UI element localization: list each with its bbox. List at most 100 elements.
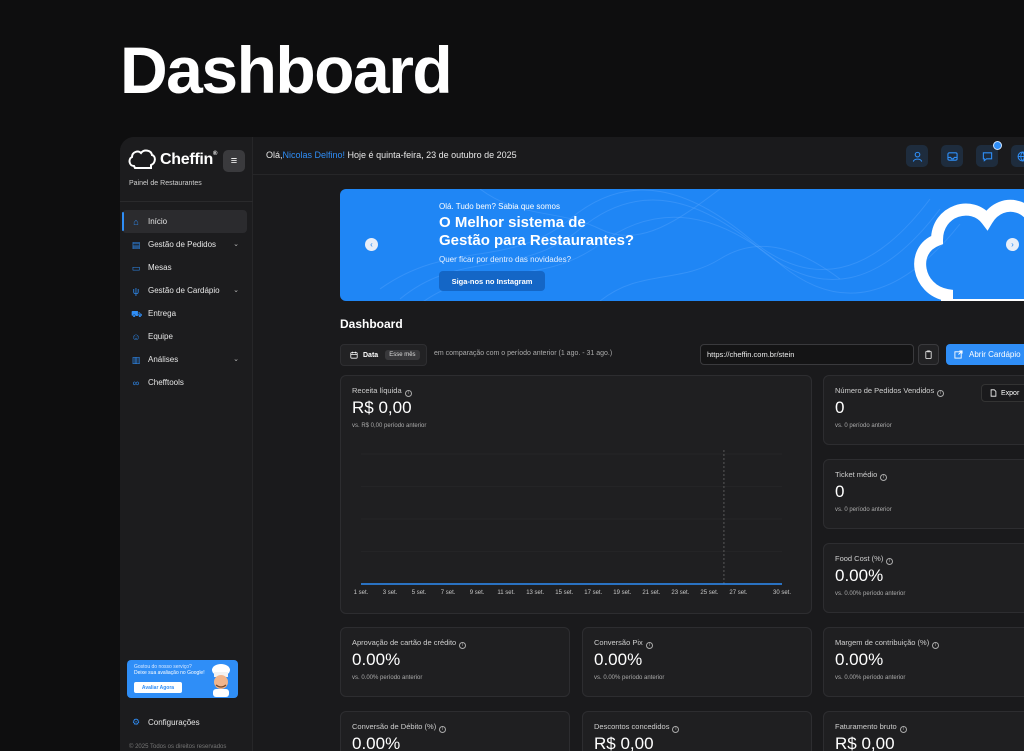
sidebar-item-label: Gestão de Cardápio <box>148 286 220 295</box>
info-icon[interactable]: i <box>937 390 945 397</box>
date-filter-label: Data <box>363 351 379 359</box>
banner-next-button[interactable]: › <box>1006 238 1019 251</box>
orders-card: Número de Pedidos Vendidos i 0 vs. 0 perí… <box>823 375 1024 445</box>
chevron-down-icon: ⌄ <box>233 287 239 294</box>
sidebar-item-label: Análises <box>148 355 179 364</box>
settings-link[interactable]: ⚙ Configurações <box>131 717 200 727</box>
x-tick-label: 21 set. <box>642 590 661 596</box>
sidebar-item-mesas[interactable]: ▭ Mesas <box>122 256 247 279</box>
banner-question: Quer ficar por dentro das novidades? <box>439 255 572 264</box>
sidebar-item-inicio[interactable]: ⌂ Início <box>122 210 247 233</box>
discounts-card: Descontos concedidos i R$ 0,00 <box>582 711 812 751</box>
credit-approval-comparison: vs. 0.00% período anterior <box>352 675 423 681</box>
instagram-follow-button[interactable]: Siga-nos no Instagram <box>439 271 545 291</box>
margin-value: 0.00% <box>835 650 884 669</box>
info-icon[interactable]: i <box>645 642 653 649</box>
sidebar-item-label: Equipe <box>148 332 173 341</box>
info-icon[interactable]: i <box>439 726 447 733</box>
x-tick-label: 5 set. <box>411 590 427 596</box>
table-icon: ▭ <box>131 262 141 273</box>
orders-value: 0 <box>835 398 845 417</box>
sidebar-item-analises[interactable]: ▥ Análises ⌄ <box>122 348 247 371</box>
file-icon <box>990 389 997 397</box>
chat-button[interactable] <box>976 141 1002 167</box>
info-icon[interactable]: i <box>880 474 888 481</box>
banner-headline: O Melhor sistema de Gestão para Restaura… <box>439 214 699 250</box>
x-tick-label: 30 set. <box>772 590 792 596</box>
food-cost-card: Food Cost (%) i 0.00% vs. 0.00% período a… <box>823 543 1024 613</box>
team-icon: ☺ <box>131 331 141 342</box>
x-tick-label: 1 set. <box>353 590 369 596</box>
banner-prev-button[interactable]: ‹ <box>365 238 378 251</box>
sidebar-nav: ⌂ Início ▤ Gestão de Pedidos ⌄ ▭ Mesas ψ… <box>122 210 247 394</box>
top-actions <box>906 141 1024 167</box>
x-tick-label: 27 set. <box>729 590 748 596</box>
info-icon[interactable]: i <box>899 726 907 733</box>
food-cost-label: Food Cost (%) i <box>835 554 894 565</box>
margin-label: Margem de contribuição (%) i <box>835 638 940 649</box>
sidebar-divider <box>120 201 253 202</box>
info-icon[interactable]: i <box>932 642 940 649</box>
info-icon[interactable]: i <box>886 558 894 565</box>
banner-headline-line-2: Gestão para Restaurantes? <box>439 232 635 249</box>
sidebar-item-gestao-cardapio[interactable]: ψ Gestão de Cardápio ⌄ <box>122 279 247 302</box>
discounts-label: Descontos concedidos i <box>594 722 680 733</box>
ticket-comparison: vs. 0 período anterior <box>835 507 892 513</box>
x-tick-label: 23 set. <box>671 590 690 596</box>
x-tick-label: 13 set. <box>526 590 545 596</box>
sidebar-item-label: Entrega <box>148 309 177 318</box>
x-tick-label: 25 set. <box>700 590 719 596</box>
user-name: Nicolas Delfino! <box>282 150 346 160</box>
sidebar-item-label: Gestão de Pedidos <box>148 240 217 249</box>
x-tick-label: 9 set. <box>469 590 485 596</box>
review-button[interactable]: Avaliar Agora <box>134 682 182 693</box>
notification-badge <box>993 141 1002 150</box>
promo-banner[interactable]: ‹ Olá. Tudo bem? Sabia que somos O Melho… <box>340 189 1024 301</box>
logo[interactable]: Cheffin® <box>128 149 217 171</box>
sidebar: Cheffin® ≡ Painel de Restaurantes ⌂ Iníc… <box>120 137 253 751</box>
external-link-icon <box>954 350 963 359</box>
orders-comparison: vs. 0 período anterior <box>835 423 892 429</box>
sidebar-item-label: Chefftools <box>148 378 184 387</box>
chevron-down-icon: ⌄ <box>233 241 239 248</box>
gross-revenue-card: Faturamento bruto i R$ 0,00 <box>823 711 1024 751</box>
export-button[interactable]: Expor <box>981 384 1024 402</box>
ticket-value: 0 <box>835 482 845 501</box>
top-bar: Olá,Nicolas Delfino! Hoje é quinta-feira… <box>253 137 1024 175</box>
open-menu-button[interactable]: Abrir Cardápio <box>946 344 1024 365</box>
pix-conversion-value: 0.00% <box>594 650 643 669</box>
ticket-label: Ticket médio i <box>835 470 888 481</box>
x-tick-label: 11 set. <box>497 590 515 596</box>
pix-conversion-label: Conversão Pix i <box>594 638 653 649</box>
banner-kicker: Olá. Tudo bem? Sabia que somos <box>439 202 560 211</box>
x-tick-label: 19 set. <box>613 590 632 596</box>
credit-approval-card: Aprovação de cartão de crédito i 0.00% vs… <box>340 627 570 697</box>
sidebar-item-equipe[interactable]: ☺ Equipe <box>122 325 247 348</box>
settings-label: Configurações <box>148 717 200 727</box>
orders-icon: ▤ <box>131 239 141 250</box>
margin-comparison: vs. 0.00% período anterior <box>835 675 906 681</box>
x-tick-label: 15 set. <box>555 590 574 596</box>
language-button[interactable] <box>1011 145 1024 167</box>
chat-icon <box>982 151 992 162</box>
hero-title: Dashboard <box>120 33 453 107</box>
info-icon[interactable]: i <box>672 726 680 733</box>
date-filter[interactable]: Data Esse mês <box>340 344 427 366</box>
pix-conversion-comparison: vs. 0.00% período anterior <box>594 675 665 681</box>
pix-conversion-card: Conversão Pix i 0.00% vs. 0.00% período a… <box>582 627 812 697</box>
chef-illustration-icon <box>212 664 230 697</box>
panel-subtitle: Painel de Restaurantes <box>129 180 202 187</box>
menu-url-field[interactable] <box>700 344 914 365</box>
hamburger-icon: ≡ <box>230 155 238 167</box>
calendar-icon <box>350 351 358 359</box>
debit-conversion-label: Conversão de Débito (%) i <box>352 722 447 733</box>
inbox-button[interactable] <box>941 145 963 167</box>
sidebar-item-gestao-pedidos[interactable]: ▤ Gestão de Pedidos ⌄ <box>122 233 247 256</box>
sidebar-item-chefftools[interactable]: ∞ Chefftools <box>122 371 247 394</box>
hamburger-menu-button[interactable]: ≡ <box>223 150 245 172</box>
profile-button[interactable] <box>906 145 928 167</box>
sidebar-item-entrega[interactable]: ⛟ Entrega <box>122 302 247 325</box>
copy-url-button[interactable] <box>918 344 939 365</box>
debit-conversion-value: 0.00% <box>352 734 401 751</box>
info-icon[interactable]: i <box>459 642 467 649</box>
